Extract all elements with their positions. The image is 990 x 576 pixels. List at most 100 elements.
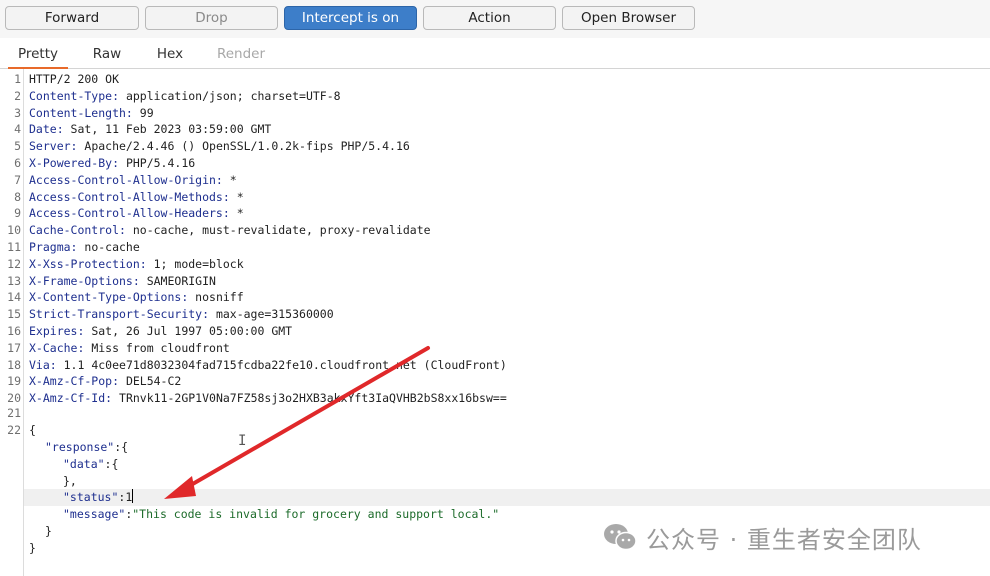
open-browser-button[interactable]: Open Browser xyxy=(562,6,695,30)
line-number: 1 xyxy=(14,72,21,86)
json-data-line: "data":{ xyxy=(63,456,118,473)
line-number: 12 xyxy=(7,256,21,271)
json-key: "message" xyxy=(63,507,126,521)
intercept-toggle-button[interactable]: Intercept is on xyxy=(284,6,417,30)
json-open-brace: { xyxy=(29,423,36,437)
header-line: Access-Control-Allow-Methods: * xyxy=(29,189,244,206)
line-number: 7 xyxy=(14,172,21,187)
line-number: 21 xyxy=(7,406,21,420)
json-response-line: "response":{ xyxy=(45,439,128,456)
tab-pretty[interactable]: Pretty xyxy=(8,40,68,69)
header-line: Access-Control-Allow-Headers: * xyxy=(29,205,244,222)
line-number: 16 xyxy=(7,324,21,338)
header-name: Expires: xyxy=(29,324,85,338)
message-value[interactable]: "This code is invalid for grocery and su… xyxy=(132,507,499,521)
header-name: X-Content-Type-Options: xyxy=(29,290,189,305)
line-number: 17 xyxy=(7,340,21,355)
header-value: PHP/5.4.16 xyxy=(119,156,196,170)
header-name: Access-Control-Allow-Headers: xyxy=(29,206,230,221)
line-number: 3 xyxy=(14,105,21,120)
line-number: 6 xyxy=(14,156,21,170)
line-number: 13 xyxy=(7,273,21,288)
header-value: SAMEORIGIN xyxy=(139,273,216,288)
tab-hex[interactable]: Hex xyxy=(146,40,194,68)
header-value: * xyxy=(229,189,244,204)
status-value[interactable]: 1 xyxy=(125,490,132,504)
header-name: X-Cache: xyxy=(29,340,85,355)
line-number: 14 xyxy=(7,290,21,305)
header-name: Access-Control-Allow-Methods: xyxy=(29,189,230,204)
header-value: DEL54-C2 xyxy=(119,374,182,389)
header-value: Apache/2.4.46 () OpenSSL/1.0.2k-fips PHP… xyxy=(77,139,410,154)
current-line-highlight xyxy=(24,489,990,506)
header-name: X-Amz-Cf-Id: xyxy=(29,391,113,406)
header-line: X-Amz-Cf-Id: TRnvk11-2GP1V0Na7FZ58sj3o2H… xyxy=(29,390,507,407)
status-line: HTTP/2 200 OK xyxy=(29,71,119,88)
line-number: 9 xyxy=(14,206,21,221)
header-line: X-Cache: Miss from cloudfront xyxy=(29,340,230,357)
header-value: Sat, 26 Jul 1997 05:00:00 GMT xyxy=(84,324,293,338)
header-name: Date: xyxy=(29,122,64,137)
line-number: 19 xyxy=(7,374,21,389)
ibeam-cursor-icon: I xyxy=(238,433,247,449)
line-number: 22 xyxy=(7,423,21,437)
header-name: Content-Type: xyxy=(29,88,120,103)
header-value: Miss from cloudfront xyxy=(84,340,230,355)
json-close-brace: } xyxy=(29,541,36,555)
line-number: 10 xyxy=(7,223,21,238)
line-number: 5 xyxy=(14,139,21,154)
action-button[interactable]: Action xyxy=(423,6,556,30)
header-value: 99 xyxy=(132,105,154,120)
header-name: Content-Length: xyxy=(29,105,133,120)
header-value: 1.1 4c0ee71d8032304fad715fcdba22fe10.clo… xyxy=(56,357,507,372)
header-line: Via: 1.1 4c0ee71d8032304fad715fcdba22fe1… xyxy=(29,357,507,374)
forward-button[interactable]: Forward xyxy=(5,6,139,30)
header-name: Pragma: xyxy=(29,240,78,254)
header-value: no-cache, must-revalidate, proxy-revalid… xyxy=(125,223,431,238)
header-value: nosniff xyxy=(188,290,244,305)
header-line: X-Frame-Options: SAMEORIGIN xyxy=(29,273,216,290)
header-value: HTTP/2 200 OK xyxy=(29,72,120,86)
proxy-toolbar: Forward Drop Intercept is on Action Open… xyxy=(0,0,990,38)
header-line: Content-Type: application/json; charset=… xyxy=(29,88,341,105)
header-line: Strict-Transport-Security: max-age=31536… xyxy=(29,306,334,323)
header-line: Access-Control-Allow-Origin: * xyxy=(29,172,237,189)
response-editor[interactable]: 1 HTTP/2 200 OK 2 Content-Type: application… xyxy=(0,69,990,576)
header-line: Pragma: no-cache xyxy=(29,239,140,256)
json-response-close: } xyxy=(45,524,52,538)
json-punct: :{ xyxy=(114,440,129,454)
header-name: Server: xyxy=(29,139,78,154)
header-value: * xyxy=(222,172,237,187)
json-key: "data" xyxy=(63,457,105,471)
drop-button[interactable]: Drop xyxy=(145,6,278,30)
header-name: X-Amz-Cf-Pop: xyxy=(29,374,120,389)
header-name: Via: xyxy=(29,357,57,372)
header-value: max-age=315360000 xyxy=(209,307,334,322)
header-line: Content-Length: 99 xyxy=(29,105,154,122)
header-name: X-Frame-Options: xyxy=(29,273,140,288)
header-value: Sat, 11 Feb 2023 03:59:00 GMT xyxy=(63,122,272,137)
wechat-icon xyxy=(604,524,637,551)
line-number: 2 xyxy=(14,88,21,103)
watermark: 公众号 · 重生者安全团队 xyxy=(602,518,922,556)
line-number: 4 xyxy=(14,122,21,137)
tab-render[interactable]: Render xyxy=(208,40,274,68)
tab-raw[interactable]: Raw xyxy=(82,40,132,68)
header-value: * xyxy=(229,206,244,221)
header-value: 1; mode=block xyxy=(146,256,244,271)
header-name: Strict-Transport-Security: xyxy=(29,307,210,322)
watermark-text: 公众号 · 重生者安全团队 xyxy=(646,525,922,554)
header-name: Access-Control-Allow-Origin: xyxy=(29,172,223,187)
header-value: application/json; charset=UTF-8 xyxy=(119,88,341,103)
header-line: Cache-Control: no-cache, must-revalidate… xyxy=(29,222,431,239)
header-line: Date: Sat, 11 Feb 2023 03:59:00 GMT xyxy=(29,121,271,138)
json-message-line: "message":"This code is invalid for groc… xyxy=(63,506,499,523)
header-line: X-Powered-By: PHP/5.4.16 xyxy=(29,155,195,172)
json-key: "status" xyxy=(63,490,119,504)
header-line: Server: Apache/2.4.46 () OpenSSL/1.0.2k-… xyxy=(29,138,410,155)
header-line: Expires: Sat, 26 Jul 1997 05:00:00 GMT xyxy=(29,323,292,340)
header-line: X-Amz-Cf-Pop: DEL54-C2 xyxy=(29,373,181,390)
header-name: Cache-Control: xyxy=(29,223,126,238)
header-line: X-Content-Type-Options: nosniff xyxy=(29,289,244,306)
view-tabs: Pretty Raw Hex Render xyxy=(0,40,990,69)
